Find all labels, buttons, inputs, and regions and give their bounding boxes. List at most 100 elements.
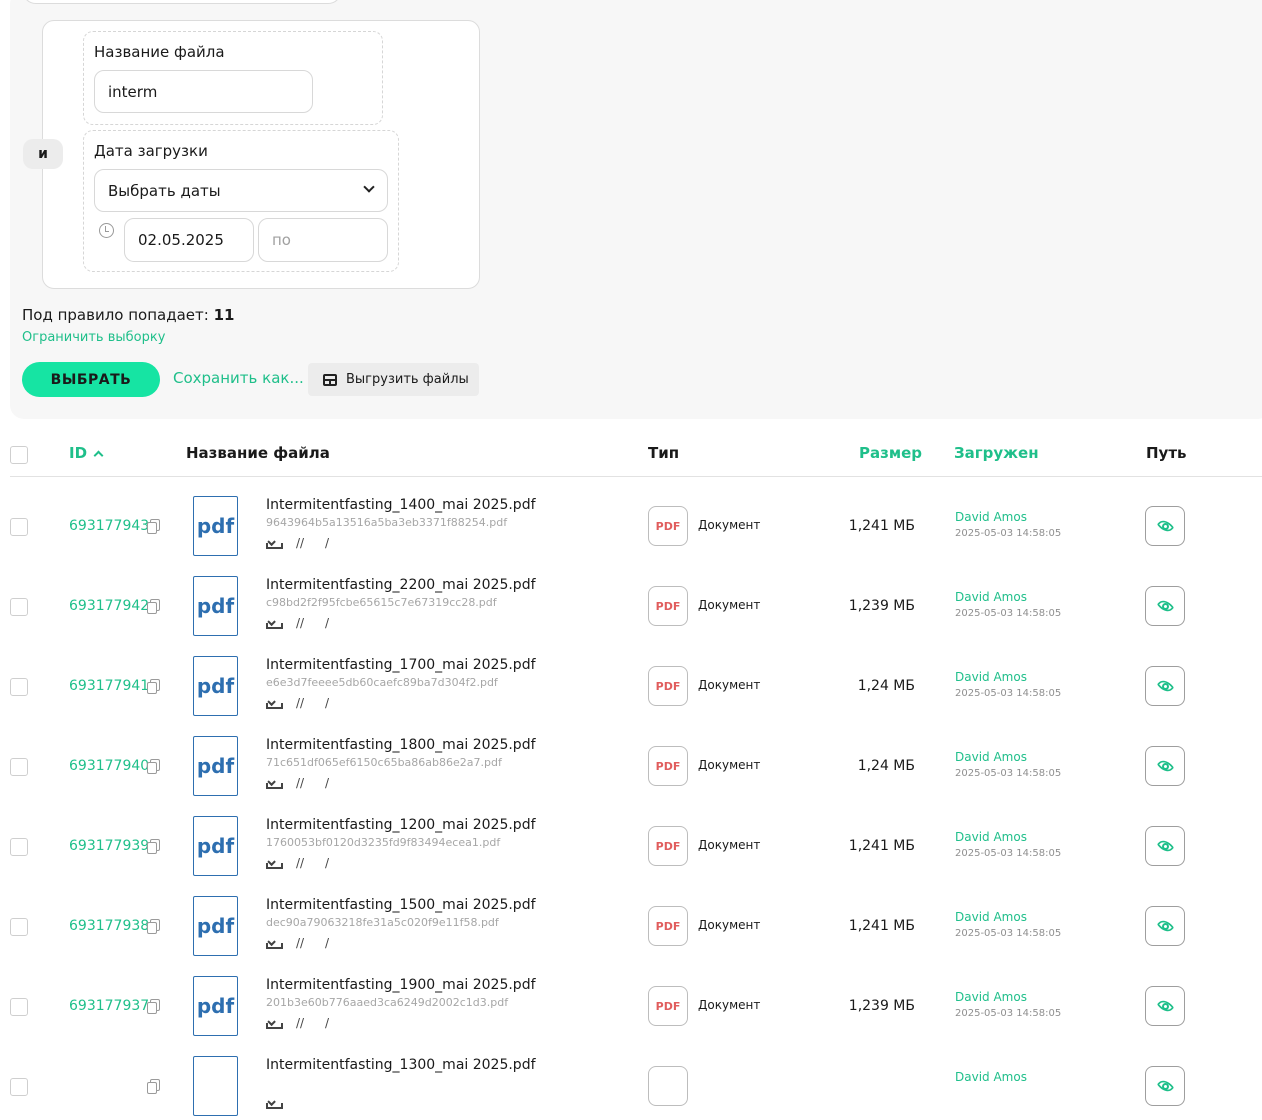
- eye-pupil-icon: [1162, 1083, 1169, 1090]
- select-all-checkbox[interactable]: [10, 446, 28, 464]
- download-icon[interactable]: [266, 616, 283, 630]
- file-hash-name: c98bd2f2f95fcbe65615c7e67319cc28.pdf: [266, 596, 497, 609]
- path-separator: //: [296, 616, 305, 630]
- file-name[interactable]: Intermitentfasting_1400_mai 2025.pdf: [266, 497, 536, 513]
- path-separator: //: [296, 936, 305, 950]
- file-id-link[interactable]: 693177943: [69, 518, 149, 534]
- copy-icon[interactable]: [147, 999, 160, 1014]
- file-size: 1,239 МБ: [848, 998, 915, 1014]
- date-from-input[interactable]: 02.05.2025: [124, 218, 254, 262]
- save-as-link[interactable]: Сохранить как...: [173, 369, 304, 387]
- download-icon[interactable]: [266, 536, 283, 550]
- upload-date: 2025-05-03 14:58:05: [955, 768, 1062, 779]
- file-id-link[interactable]: 693177942: [69, 598, 149, 614]
- path-separator: /: [325, 616, 330, 630]
- download-icon[interactable]: [266, 1096, 283, 1110]
- view-button[interactable]: [1145, 506, 1185, 546]
- pdf-type-icon: PDF: [648, 586, 688, 626]
- row-checkbox[interactable]: [10, 838, 28, 856]
- uploader-link[interactable]: David Amos: [955, 590, 1027, 604]
- row-checkbox[interactable]: [10, 518, 28, 536]
- pdf-thumbnail[interactable]: pdf: [193, 736, 238, 796]
- clock-icon: [99, 223, 114, 238]
- sort-ascending-icon: [93, 450, 104, 461]
- pdf-thumbnail[interactable]: pdf: [193, 976, 238, 1036]
- view-button[interactable]: [1145, 746, 1185, 786]
- view-button[interactable]: [1145, 906, 1185, 946]
- download-icon[interactable]: [266, 776, 283, 790]
- column-uploaded-header[interactable]: Загружен: [954, 444, 1039, 462]
- pdf-thumbnail[interactable]: [193, 1056, 238, 1116]
- select-button[interactable]: ВЫБРАТЬ: [22, 362, 160, 397]
- file-id-link[interactable]: 693177937: [69, 998, 149, 1014]
- file-id-link[interactable]: 693177938: [69, 918, 149, 934]
- row-checkbox[interactable]: [10, 1078, 28, 1096]
- view-button[interactable]: [1145, 826, 1185, 866]
- uploader-link[interactable]: David Amos: [955, 990, 1027, 1004]
- path-separator: /: [325, 856, 330, 870]
- upload-date: 2025-05-03 14:58:05: [955, 608, 1062, 619]
- file-name-input[interactable]: interm: [94, 70, 313, 113]
- previous-condition-input[interactable]: [22, 0, 342, 4]
- file-id-link[interactable]: 693177941: [69, 678, 149, 694]
- pdf-type-icon: PDF: [648, 986, 688, 1026]
- column-size-header[interactable]: Размер: [859, 444, 922, 462]
- pdf-thumbnail[interactable]: pdf: [193, 896, 238, 956]
- file-name[interactable]: Intermitentfasting_2200_mai 2025.pdf: [266, 577, 536, 593]
- copy-icon[interactable]: [147, 919, 160, 934]
- pdf-thumbnail[interactable]: pdf: [193, 576, 238, 636]
- file-hash-name: 9643964b5a13516a5ba3eb3371f88254.pdf: [266, 516, 508, 529]
- pdf-thumbnail[interactable]: pdf: [193, 496, 238, 556]
- uploader-link[interactable]: David Amos: [955, 510, 1027, 524]
- file-id-link[interactable]: 693177939: [69, 838, 149, 854]
- view-button[interactable]: [1145, 586, 1185, 626]
- view-button[interactable]: [1145, 986, 1185, 1026]
- pdf-type-icon: [648, 1066, 688, 1106]
- view-button[interactable]: [1145, 1066, 1185, 1106]
- copy-icon[interactable]: [147, 679, 160, 694]
- uploader-link[interactable]: David Amos: [955, 910, 1027, 924]
- uploader-link[interactable]: David Amos: [955, 750, 1027, 764]
- row-checkbox[interactable]: [10, 758, 28, 776]
- file-type: Документ: [698, 518, 761, 532]
- pdf-thumbnail[interactable]: pdf: [193, 816, 238, 876]
- upload-date: 2025-05-03 14:58:05: [955, 928, 1062, 939]
- file-type: Документ: [698, 678, 761, 692]
- file-name[interactable]: Intermitentfasting_1900_mai 2025.pdf: [266, 977, 536, 993]
- uploader-link[interactable]: David Amos: [955, 670, 1027, 684]
- path-separator: /: [325, 936, 330, 950]
- date-mode-select[interactable]: Выбрать даты: [94, 169, 388, 212]
- copy-icon[interactable]: [147, 839, 160, 854]
- table-row: Intermitentfasting_1300_mai 2025.pdf Dav…: [0, 1040, 1262, 1120]
- download-icon[interactable]: [266, 856, 283, 870]
- copy-icon[interactable]: [147, 1079, 160, 1094]
- row-checkbox[interactable]: [10, 598, 28, 616]
- uploader-link[interactable]: David Amos: [955, 1070, 1027, 1084]
- download-icon[interactable]: [266, 936, 283, 950]
- copy-icon[interactable]: [147, 519, 160, 534]
- row-checkbox[interactable]: [10, 998, 28, 1016]
- file-name[interactable]: Intermitentfasting_1500_mai 2025.pdf: [266, 897, 536, 913]
- file-id-link[interactable]: 693177940: [69, 758, 149, 774]
- export-files-button[interactable]: Выгрузить файлы: [308, 363, 479, 396]
- path-separator: //: [296, 776, 305, 790]
- file-name[interactable]: Intermitentfasting_1300_mai 2025.pdf: [266, 1057, 536, 1073]
- file-name[interactable]: Intermitentfasting_1700_mai 2025.pdf: [266, 657, 536, 673]
- column-id-header[interactable]: ID: [69, 444, 104, 462]
- date-mode-value: Выбрать даты: [108, 181, 221, 200]
- date-to-input[interactable]: по: [258, 218, 388, 262]
- file-name[interactable]: Intermitentfasting_1200_mai 2025.pdf: [266, 817, 536, 833]
- pdf-thumbnail[interactable]: pdf: [193, 656, 238, 716]
- limit-selection-link[interactable]: Ограничить выборку: [22, 330, 165, 345]
- download-icon[interactable]: [266, 1016, 283, 1030]
- copy-icon[interactable]: [147, 599, 160, 614]
- copy-icon[interactable]: [147, 759, 160, 774]
- and-joiner-button[interactable]: и: [23, 139, 63, 169]
- row-checkbox[interactable]: [10, 678, 28, 696]
- view-button[interactable]: [1145, 666, 1185, 706]
- download-icon[interactable]: [266, 696, 283, 710]
- row-checkbox[interactable]: [10, 918, 28, 936]
- file-name[interactable]: Intermitentfasting_1800_mai 2025.pdf: [266, 737, 536, 753]
- uploader-link[interactable]: David Amos: [955, 830, 1027, 844]
- file-hash-name: 201b3e60b776aaed3ca6249d2002c1d3.pdf: [266, 996, 509, 1009]
